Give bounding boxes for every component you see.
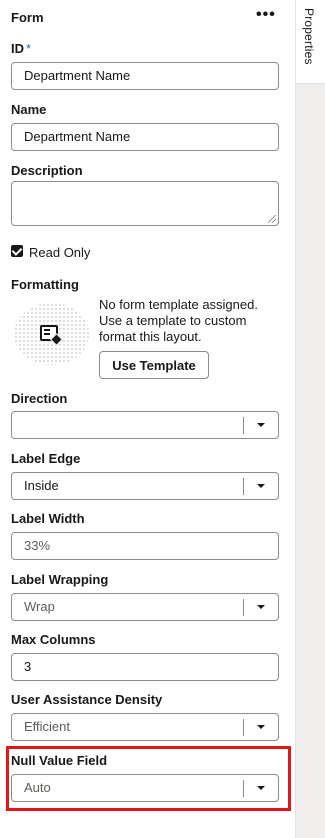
formatting-label: Formatting	[11, 277, 79, 292]
id-label: ID *	[11, 41, 31, 56]
properties-panel: Form ••• ID * Department Name Name Depart…	[0, 0, 295, 838]
name-input[interactable]: Department Name	[11, 123, 279, 151]
chevron-down-icon[interactable]	[257, 484, 265, 488]
label-edge-select[interactable]: Inside	[11, 472, 279, 500]
label-width-label: Label Width	[11, 511, 85, 526]
id-input-value: Department Name	[24, 68, 131, 83]
label-edge-value: Inside	[24, 478, 59, 493]
label-wrapping-select[interactable]: Wrap	[11, 593, 279, 621]
max-columns-value: 3	[24, 659, 32, 674]
select-divider	[243, 478, 244, 495]
label-width-placeholder: 33%	[24, 538, 51, 553]
description-label: Description	[11, 163, 83, 178]
form-template-icon	[40, 325, 58, 341]
null-value-field-select[interactable]: Auto	[11, 774, 279, 802]
description-textarea[interactable]	[11, 181, 279, 226]
user-assistance-density-label: User Assistance Density	[11, 692, 163, 707]
no-template-message: No form template assigned. Use a templat…	[99, 297, 258, 344]
id-label-text: ID	[11, 41, 24, 56]
name-input-value: Department Name	[24, 129, 131, 144]
user-assistance-density-select[interactable]: Efficient	[11, 713, 279, 741]
null-value-field-label: Null Value Field	[11, 753, 108, 768]
side-rail	[295, 0, 325, 838]
chevron-down-icon[interactable]	[257, 786, 265, 790]
read-only-label: Read Only	[29, 245, 91, 260]
required-mark: *	[26, 41, 32, 56]
select-divider	[243, 417, 244, 434]
select-divider	[243, 599, 244, 616]
select-divider	[243, 719, 244, 736]
panel-title: Form	[11, 10, 44, 25]
tab-properties-label: Properties	[302, 8, 316, 65]
chevron-down-icon[interactable]	[257, 605, 265, 609]
direction-select[interactable]	[11, 411, 279, 439]
user-assistance-density-value: Efficient	[24, 719, 71, 734]
max-columns-input[interactable]: 3	[11, 653, 279, 681]
select-divider	[243, 780, 244, 797]
tab-properties[interactable]: Properties	[295, 0, 325, 84]
chevron-down-icon[interactable]	[257, 423, 265, 427]
label-wrapping-label: Label Wrapping	[11, 572, 109, 587]
max-columns-label: Max Columns	[11, 632, 96, 647]
direction-label: Direction	[11, 391, 68, 406]
use-template-button[interactable]: Use Template	[99, 351, 209, 379]
null-value-field-value: Auto	[24, 780, 51, 795]
label-edge-label: Label Edge	[11, 451, 81, 466]
name-label: Name	[11, 102, 47, 117]
label-width-input[interactable]: 33%	[11, 532, 279, 560]
more-options-icon[interactable]: •••	[256, 6, 276, 24]
resize-handle-icon[interactable]	[268, 215, 276, 223]
chevron-down-icon[interactable]	[257, 725, 265, 729]
label-wrapping-value: Wrap	[24, 599, 55, 614]
read-only-checkbox[interactable]	[11, 245, 23, 257]
id-input[interactable]: Department Name	[11, 62, 279, 90]
